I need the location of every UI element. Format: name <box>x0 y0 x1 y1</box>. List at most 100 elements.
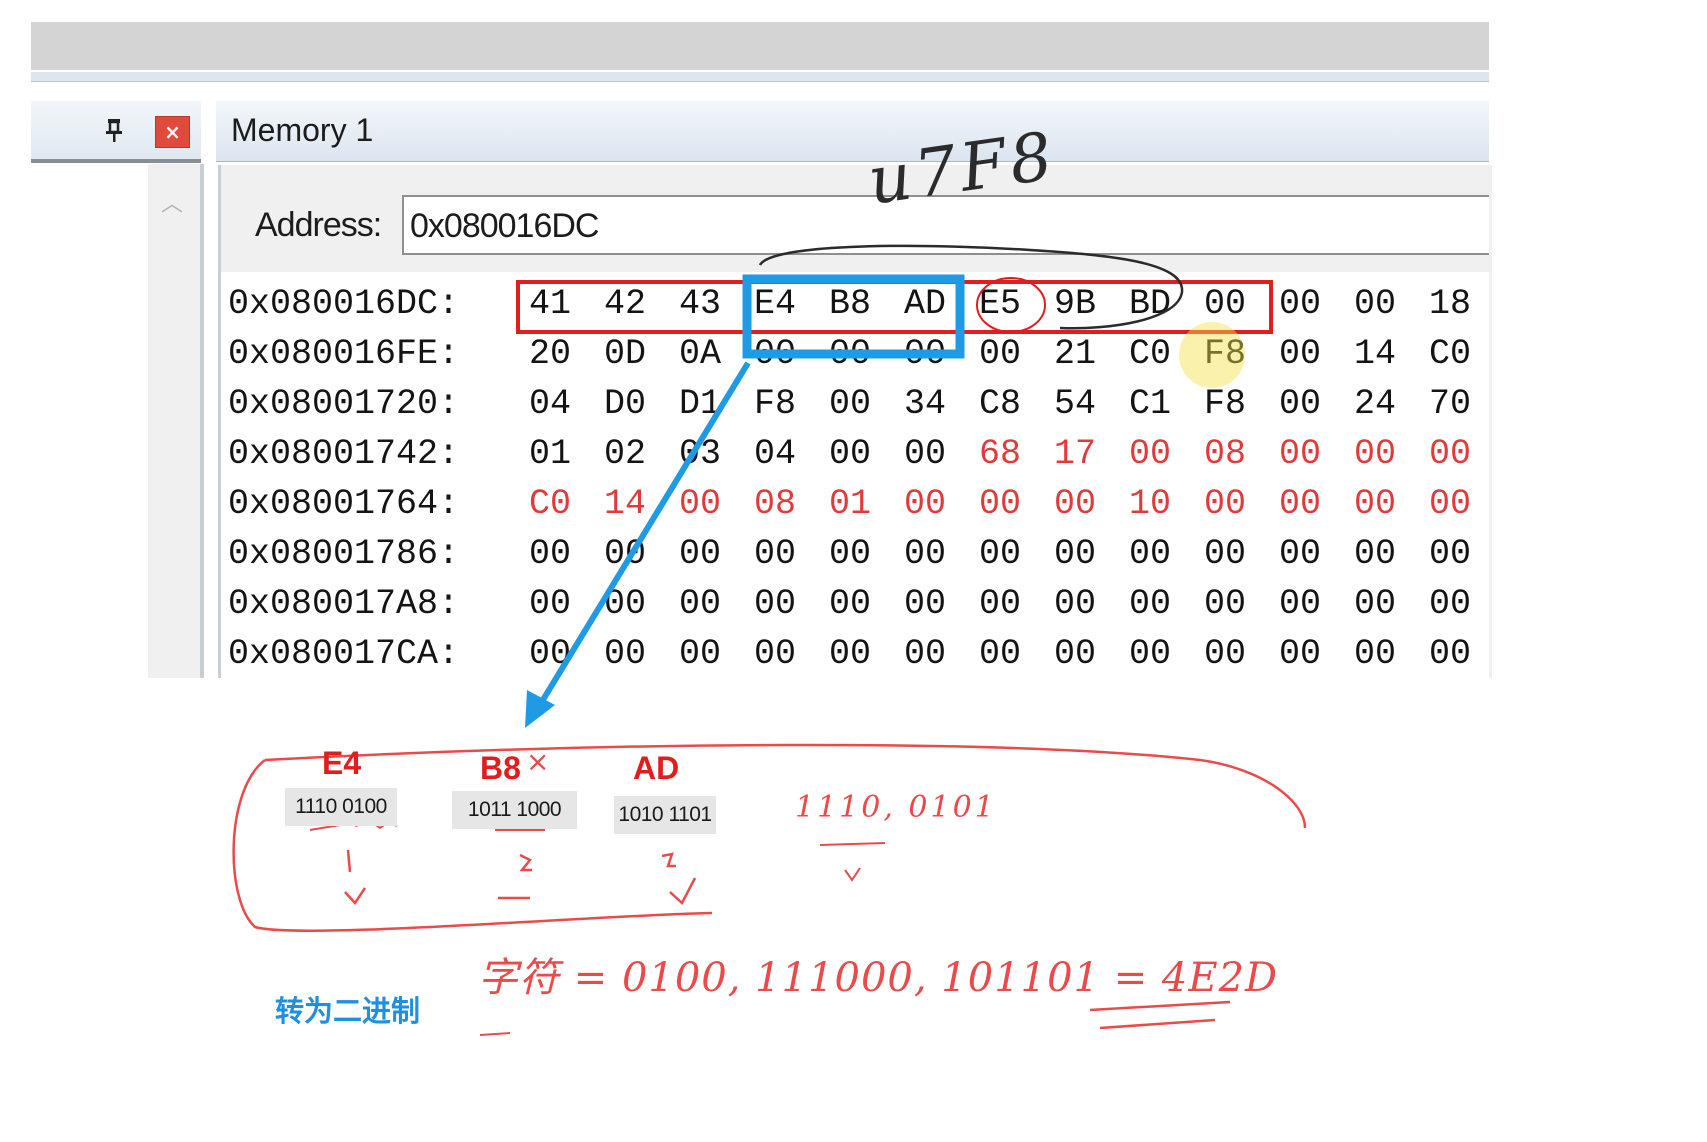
memory-byte[interactable]: 00 <box>1270 284 1330 324</box>
memory-byte[interactable]: 00 <box>1270 384 1330 424</box>
memory-byte[interactable]: 00 <box>595 584 655 624</box>
memory-byte[interactable]: 00 <box>1270 534 1330 574</box>
memory-byte[interactable]: 00 <box>1420 584 1480 624</box>
memory-byte[interactable]: 20 <box>520 334 580 374</box>
memory-byte[interactable]: 00 <box>820 534 880 574</box>
memory-byte[interactable]: 00 <box>970 484 1030 524</box>
memory-byte[interactable]: 00 <box>520 584 580 624</box>
memory-byte[interactable]: 41 <box>520 284 580 324</box>
memory-byte[interactable]: 9B <box>1045 284 1105 324</box>
memory-byte[interactable]: 00 <box>1195 284 1255 324</box>
memory-byte[interactable]: BD <box>1120 284 1180 324</box>
memory-byte[interactable]: 00 <box>1270 484 1330 524</box>
memory-byte[interactable]: 00 <box>1120 634 1180 674</box>
memory-byte[interactable]: D0 <box>595 384 655 424</box>
memory-byte[interactable]: 00 <box>820 334 880 374</box>
memory-byte[interactable]: 00 <box>670 584 730 624</box>
memory-byte[interactable]: 42 <box>595 284 655 324</box>
memory-byte[interactable]: 00 <box>1345 534 1405 574</box>
memory-byte[interactable]: 43 <box>670 284 730 324</box>
memory-byte[interactable]: 00 <box>1420 484 1480 524</box>
memory-byte[interactable]: 00 <box>1345 434 1405 474</box>
memory-byte[interactable]: 00 <box>595 634 655 674</box>
close-pane-button[interactable]: × <box>155 116 190 148</box>
memory-byte[interactable]: 01 <box>520 434 580 474</box>
memory-byte[interactable]: 00 <box>1270 634 1330 674</box>
memory-byte[interactable]: 00 <box>670 534 730 574</box>
memory-byte[interactable]: 00 <box>1195 584 1255 624</box>
memory-byte[interactable]: 00 <box>820 584 880 624</box>
memory-byte[interactable]: 00 <box>895 434 955 474</box>
memory-byte[interactable]: 14 <box>1345 334 1405 374</box>
memory-byte[interactable]: 00 <box>1120 434 1180 474</box>
memory-byte[interactable]: 00 <box>970 584 1030 624</box>
memory-byte[interactable]: 00 <box>1045 634 1105 674</box>
memory-byte[interactable]: 00 <box>1045 534 1105 574</box>
memory-byte[interactable]: 00 <box>1195 484 1255 524</box>
memory-byte[interactable]: C8 <box>970 384 1030 424</box>
memory-byte[interactable]: 00 <box>970 534 1030 574</box>
memory-byte[interactable]: 00 <box>820 634 880 674</box>
memory-byte[interactable]: 14 <box>595 484 655 524</box>
memory-byte[interactable]: 00 <box>895 334 955 374</box>
memory-byte[interactable]: 10 <box>1120 484 1180 524</box>
memory-byte[interactable]: 00 <box>1345 484 1405 524</box>
memory-byte[interactable]: 00 <box>895 534 955 574</box>
memory-byte[interactable]: 00 <box>820 434 880 474</box>
memory-byte[interactable]: 00 <box>895 484 955 524</box>
memory-byte[interactable]: 00 <box>1420 434 1480 474</box>
memory-byte[interactable]: 0A <box>670 334 730 374</box>
memory-byte[interactable]: 00 <box>1195 634 1255 674</box>
scroll-up-icon[interactable]: ︿ <box>159 186 185 217</box>
memory-byte[interactable]: 00 <box>1270 434 1330 474</box>
memory-byte[interactable]: 00 <box>745 334 805 374</box>
memory-byte[interactable]: 02 <box>595 434 655 474</box>
memory-byte[interactable]: 70 <box>1420 384 1480 424</box>
memory-byte[interactable]: 04 <box>745 434 805 474</box>
memory-byte[interactable]: 00 <box>1345 634 1405 674</box>
memory-byte[interactable]: 21 <box>1045 334 1105 374</box>
memory-byte[interactable]: 00 <box>1270 334 1330 374</box>
memory-byte[interactable]: 68 <box>970 434 1030 474</box>
memory-byte[interactable]: 00 <box>1120 534 1180 574</box>
memory-byte[interactable]: C1 <box>1120 384 1180 424</box>
memory-byte[interactable]: C0 <box>1420 334 1480 374</box>
memory-byte[interactable]: 08 <box>1195 434 1255 474</box>
memory-byte[interactable]: 00 <box>670 484 730 524</box>
memory-byte[interactable]: 00 <box>1045 484 1105 524</box>
memory-byte[interactable]: 00 <box>1345 284 1405 324</box>
memory-byte[interactable]: E4 <box>745 284 805 324</box>
memory-byte[interactable]: 18 <box>1420 284 1480 324</box>
memory-byte[interactable]: 00 <box>595 534 655 574</box>
memory-byte[interactable]: 00 <box>1270 584 1330 624</box>
memory-byte[interactable]: 00 <box>895 584 955 624</box>
memory-byte[interactable]: 00 <box>1195 534 1255 574</box>
memory-byte[interactable]: C0 <box>520 484 580 524</box>
memory-byte[interactable]: 00 <box>670 634 730 674</box>
memory-byte[interactable]: 24 <box>1345 384 1405 424</box>
memory-byte[interactable]: 01 <box>820 484 880 524</box>
memory-byte[interactable]: 00 <box>745 634 805 674</box>
memory-byte[interactable]: 03 <box>670 434 730 474</box>
memory-byte[interactable]: 00 <box>895 634 955 674</box>
memory-byte[interactable]: 00 <box>970 334 1030 374</box>
memory-byte[interactable]: 0D <box>595 334 655 374</box>
memory-byte[interactable]: 08 <box>745 484 805 524</box>
memory-byte[interactable]: 00 <box>520 634 580 674</box>
memory-byte[interactable]: 00 <box>1420 634 1480 674</box>
memory-byte[interactable]: 04 <box>520 384 580 424</box>
memory-byte[interactable]: 00 <box>1345 584 1405 624</box>
memory-byte[interactable]: 00 <box>820 384 880 424</box>
memory-byte[interactable]: E5 <box>970 284 1030 324</box>
memory-byte[interactable]: 00 <box>1420 534 1480 574</box>
memory-byte[interactable]: 34 <box>895 384 955 424</box>
memory-byte[interactable]: 54 <box>1045 384 1105 424</box>
memory-byte[interactable]: 00 <box>970 634 1030 674</box>
memory-byte[interactable]: 00 <box>745 584 805 624</box>
memory-byte[interactable]: 00 <box>520 534 580 574</box>
memory-byte[interactable]: C0 <box>1120 334 1180 374</box>
memory-byte[interactable]: F8 <box>1195 334 1255 374</box>
memory-byte[interactable]: 00 <box>1045 584 1105 624</box>
memory-byte[interactable]: 17 <box>1045 434 1105 474</box>
memory-byte[interactable]: 00 <box>745 534 805 574</box>
